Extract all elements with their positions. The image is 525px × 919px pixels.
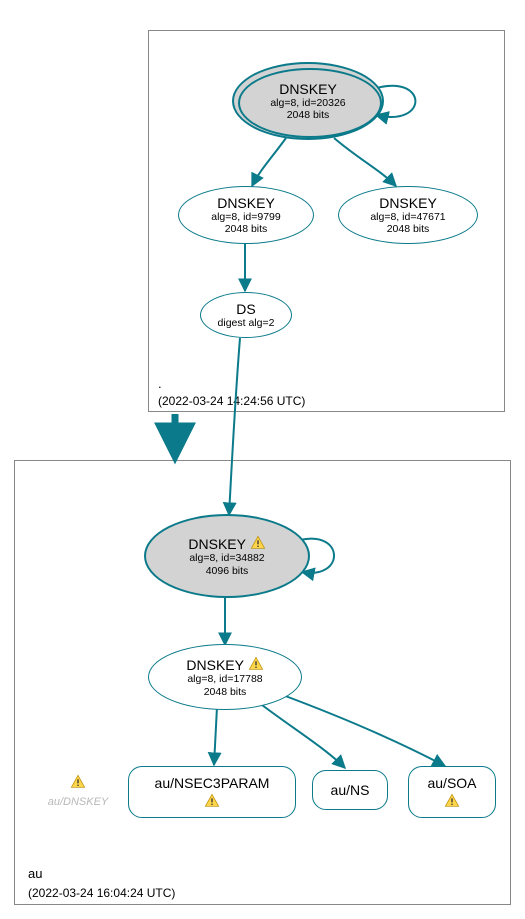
node-title: DNSKEY	[186, 656, 263, 673]
zone-au-label: au	[28, 866, 42, 881]
node-sub1: alg=8, id=17788	[187, 673, 262, 685]
zone-root-timestamp: (2022-03-24 14:24:56 UTC)	[158, 394, 305, 408]
node-root-ds[interactable]: DS digest alg=2	[200, 292, 292, 338]
node-sub2: 2048 bits	[204, 686, 247, 698]
node-au-soa[interactable]: au/SOA	[408, 766, 496, 818]
node-au-ns[interactable]: au/NS	[312, 770, 388, 810]
node-sub2: 2048 bits	[225, 223, 268, 235]
node-au-zsk[interactable]: DNSKEY alg=8, id=17788 2048 bits	[148, 644, 302, 710]
node-sub2: 4096 bits	[206, 565, 249, 577]
orphan-au-dnskey[interactable]: au/DNSKEY	[38, 774, 118, 810]
zone-root-label: .	[158, 376, 162, 391]
warning-icon	[204, 793, 220, 809]
node-title: DNSKEY	[217, 195, 275, 211]
node-au-ksk[interactable]: DNSKEY alg=8, id=34882 4096 bits	[144, 514, 310, 598]
node-sub2: 2048 bits	[387, 223, 430, 235]
node-sub1: alg=8, id=9799	[211, 211, 280, 223]
node-root-zsk2[interactable]: DNSKEY alg=8, id=47671 2048 bits	[338, 186, 478, 244]
warning-icon	[444, 793, 460, 809]
zone-au-timestamp: (2022-03-24 16:04:24 UTC)	[28, 886, 175, 900]
node-sub1: alg=8, id=47671	[370, 211, 445, 223]
warning-icon	[248, 656, 264, 672]
orphan-label: au/DNSKEY	[48, 796, 109, 808]
node-root-zsk1[interactable]: DNSKEY alg=8, id=9799 2048 bits	[178, 186, 314, 244]
warning-icon	[250, 535, 266, 551]
node-sub1: digest alg=2	[218, 317, 275, 329]
node-au-nsec3param[interactable]: au/NSEC3PARAM	[128, 766, 296, 818]
node-title: au/NSEC3PARAM	[155, 775, 270, 791]
node-title: au/SOA	[427, 775, 476, 791]
node-sub1: alg=8, id=34882	[189, 552, 264, 564]
node-root-ksk[interactable]: DNSKEY alg=8, id=20326 2048 bits	[232, 62, 384, 140]
warning-icon	[70, 774, 86, 790]
node-title: au/NS	[331, 782, 370, 798]
node-title: DS	[236, 301, 255, 317]
node-title: DNSKEY	[379, 195, 437, 211]
node-title: DNSKEY	[188, 535, 265, 552]
